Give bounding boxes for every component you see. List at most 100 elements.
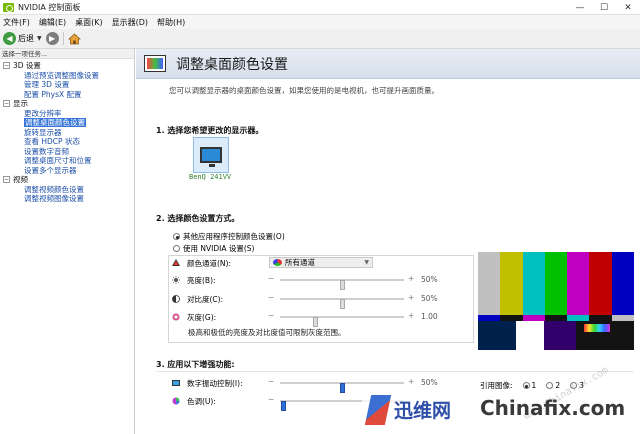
sidebar-item-desktop-size[interactable]: 调整桌面尺寸和位置 bbox=[0, 156, 134, 166]
forward-button[interactable]: ▶ bbox=[45, 32, 59, 45]
reference-radio-2[interactable] bbox=[546, 382, 554, 389]
display-name: BenQ 241VV bbox=[189, 173, 232, 181]
sidebar-item-manage-3d[interactable]: 管理 3D 设置 bbox=[0, 80, 134, 90]
gamma-slider-thumb[interactable] bbox=[313, 317, 319, 327]
color-bars-test-image bbox=[478, 242, 635, 350]
brightness-decrease[interactable]: − bbox=[268, 274, 274, 283]
display-selector-tile[interactable] bbox=[193, 137, 229, 173]
page-description: 您可以调整显示器的桌面颜色设置，如果您使用的是电视机，也可提升画面质量。 bbox=[169, 86, 439, 95]
digital-vibrance-decrease[interactable]: − bbox=[268, 377, 274, 386]
menu-help[interactable]: 帮助(H) bbox=[157, 17, 185, 28]
page-header: 调整桌面颜色设置 bbox=[136, 49, 640, 79]
pluge-block-2 bbox=[515, 321, 545, 350]
collapse-icon[interactable]: − bbox=[3, 100, 10, 108]
color-channel-icon bbox=[172, 259, 180, 266]
contrast-increase[interactable]: + bbox=[408, 293, 414, 302]
title-bar: NVIDIA 控制面板 — ☐ ✕ bbox=[0, 0, 640, 15]
sidebar-item-hdcp-status[interactable]: 查看 HDCP 状态 bbox=[0, 137, 134, 147]
brightness-slider[interactable] bbox=[280, 279, 404, 290]
menu-file[interactable]: 文件(F) bbox=[3, 17, 30, 28]
back-button[interactable]: ◀ 后退 bbox=[3, 32, 34, 45]
hue-slider-thumb[interactable] bbox=[281, 401, 287, 411]
brightness-icon bbox=[172, 276, 180, 284]
contrast-row: 对比度(C): − + 50% bbox=[172, 293, 472, 309]
contrast-decrease[interactable]: − bbox=[268, 293, 274, 302]
option-nvidia-settings[interactable]: 使用 NVIDIA 设置(S) bbox=[173, 243, 254, 254]
sidebar-item-video-image[interactable]: 调整视频图像设置 bbox=[0, 194, 134, 204]
pluge-block-4 bbox=[576, 321, 635, 350]
cb-top-bar-2 bbox=[522, 252, 545, 315]
window-title: NVIDIA 控制面板 bbox=[18, 2, 81, 12]
digital-vibrance-label: 数字振动控制(I): bbox=[187, 379, 243, 388]
gamma-row: 灰度(G): − + 1.00 bbox=[172, 311, 472, 327]
cb-top-bar-6 bbox=[611, 252, 634, 315]
sidebar-item-video-color[interactable]: 调整视频颜色设置 bbox=[0, 185, 134, 195]
section-enhancements-title: 3. 应用以下增强功能: bbox=[156, 360, 235, 369]
brightness-increase[interactable]: + bbox=[408, 274, 414, 283]
contrast-icon bbox=[172, 295, 180, 303]
color-channel-label: 颜色通道(N): bbox=[187, 259, 231, 268]
maximize-button[interactable]: ☐ bbox=[592, 0, 616, 15]
digital-vibrance-increase[interactable]: + bbox=[408, 377, 414, 386]
sidebar-item-desktop-color[interactable]: 调整桌面颜色设置 bbox=[0, 118, 134, 128]
back-history-dropdown[interactable]: ▼ bbox=[37, 35, 42, 42]
gamma-increase[interactable]: + bbox=[408, 311, 414, 320]
digital-vibrance-slider-thumb[interactable] bbox=[339, 383, 345, 393]
section-select-display-title: 1. 选择您希望更改的显示器。 bbox=[156, 126, 264, 135]
reference-radio-1[interactable] bbox=[522, 382, 530, 389]
brightness-value: 50% bbox=[421, 275, 438, 284]
section-divider bbox=[156, 371, 634, 372]
toolbar-separator bbox=[62, 32, 64, 45]
minimize-button[interactable]: — bbox=[568, 0, 592, 15]
category-display[interactable]: − 显示 bbox=[0, 99, 134, 109]
sidebar-item-rotate-display[interactable]: 旋转显示器 bbox=[0, 128, 134, 138]
contrast-label: 对比度(C): bbox=[187, 295, 224, 304]
category-3d-settings[interactable]: − 3D 设置 bbox=[0, 61, 134, 71]
watermark-logo-cn: 迅维网 bbox=[394, 400, 452, 422]
cb-top-bar-0 bbox=[478, 252, 501, 315]
brightness-row: 亮度(B): − + 50% bbox=[172, 274, 472, 290]
gamma-slider[interactable] bbox=[280, 316, 404, 327]
option-app-controls[interactable]: 其他应用程序控制颜色设置(O) bbox=[173, 231, 285, 242]
mini-spectrum bbox=[584, 324, 611, 332]
color-bars-top bbox=[478, 252, 634, 315]
desktop-color-icon bbox=[144, 55, 166, 72]
category-video[interactable]: − 视频 bbox=[0, 175, 134, 185]
reference-option-2[interactable]: 2 bbox=[546, 381, 560, 390]
window-controls: — ☐ ✕ bbox=[568, 0, 640, 15]
section-color-method-title: 2. 选择颜色设置方式。 bbox=[156, 214, 240, 223]
digital-vibrance-row: 数字振动控制(I): − + 50% bbox=[172, 377, 472, 393]
watermark-logo-en: Chinafix.com bbox=[480, 396, 626, 420]
menu-desktop[interactable]: 桌面(K) bbox=[75, 17, 103, 28]
color-channel-select[interactable]: 所有通道 ▼ bbox=[269, 257, 373, 268]
sidebar-item-digital-audio[interactable]: 设置数字音频 bbox=[0, 147, 134, 157]
brightness-label: 亮度(B): bbox=[187, 276, 216, 285]
sidebar-item-change-resolution[interactable]: 更改分辨率 bbox=[0, 109, 134, 119]
brightness-slider-thumb[interactable] bbox=[339, 280, 345, 290]
digital-vibrance-slider[interactable] bbox=[280, 382, 404, 393]
menu-display[interactable]: 显示器(D) bbox=[112, 17, 148, 28]
radio-nvidia-settings[interactable] bbox=[173, 245, 180, 252]
sidebar-item-adjust-image-preview[interactable]: 通过预览调整图像设置 bbox=[0, 71, 134, 81]
digital-vibrance-icon bbox=[172, 380, 180, 386]
menu-edit[interactable]: 编辑(E) bbox=[39, 17, 66, 28]
close-button[interactable]: ✕ bbox=[616, 0, 640, 15]
reference-option-1[interactable]: 1 bbox=[522, 381, 536, 390]
gamma-decrease[interactable]: − bbox=[268, 311, 274, 320]
radio-app-controls[interactable] bbox=[173, 233, 180, 240]
gamma-icon bbox=[172, 313, 180, 321]
contrast-slider[interactable] bbox=[280, 298, 404, 309]
chevron-down-icon: ▼ bbox=[364, 259, 369, 266]
hue-decrease[interactable]: − bbox=[268, 395, 274, 404]
contrast-value: 50% bbox=[421, 294, 438, 303]
task-tree: − 3D 设置 通过预览调整图像设置 管理 3D 设置 配置 PhysX 配置 … bbox=[0, 59, 134, 204]
pluge-block-3 bbox=[544, 321, 577, 350]
collapse-icon[interactable]: − bbox=[3, 176, 10, 184]
back-button-label: 后退 bbox=[18, 34, 34, 43]
contrast-slider-thumb[interactable] bbox=[339, 299, 345, 309]
option-nvidia-label: 使用 NVIDIA 设置(S) bbox=[183, 244, 255, 253]
home-button[interactable] bbox=[68, 32, 82, 45]
cb-top-bar-1 bbox=[500, 252, 523, 315]
collapse-icon[interactable]: − bbox=[3, 62, 10, 70]
rgb-channel-icon bbox=[273, 259, 282, 266]
